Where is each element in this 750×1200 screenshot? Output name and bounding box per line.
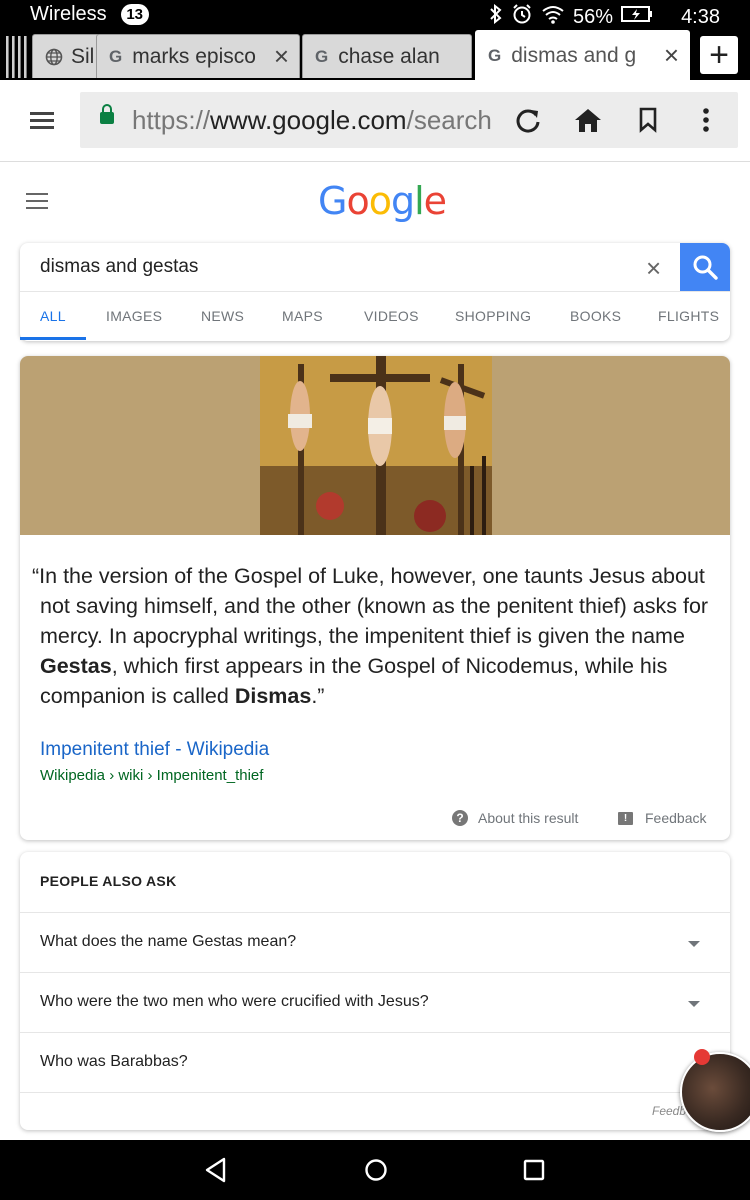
quote-text: “In the version of the Gospel of Luke, h… xyxy=(32,564,709,648)
new-tab-button[interactable]: + xyxy=(700,36,738,74)
google-header: Google xyxy=(0,163,750,238)
search-input[interactable]: dismas and gestas xyxy=(40,256,198,278)
browser-tab-1[interactable]: Sil xyxy=(32,34,100,78)
tab-maps[interactable]: MAPS xyxy=(282,308,323,324)
snippet-quote: “In the version of the Gospel of Luke, h… xyxy=(32,561,712,711)
about-this-result-button[interactable]: ? About this result xyxy=(452,810,578,826)
back-icon[interactable] xyxy=(204,1157,228,1188)
tab-images[interactable]: IMAGES xyxy=(106,308,162,324)
status-bar: Wireless 13 56% 4:38 xyxy=(0,0,750,30)
logo-letter: g xyxy=(390,179,415,223)
home-circle-icon[interactable] xyxy=(364,1157,388,1188)
question-text: Who were the two men who were crucified … xyxy=(40,993,429,1010)
paa-question-3[interactable]: Who was Barabbas? xyxy=(20,1032,730,1092)
close-tab-icon[interactable]: × xyxy=(664,40,679,71)
system-navigation-bar xyxy=(0,1140,750,1200)
address-bar[interactable]: https://www.google.com/search xyxy=(80,92,738,148)
logo-letter: l xyxy=(414,179,425,223)
wifi-icon xyxy=(541,4,565,30)
about-label: About this result xyxy=(478,810,579,826)
notification-count-badge: 13 xyxy=(120,4,149,25)
people-also-ask-title: PEOPLE ALSO ASK xyxy=(40,873,177,889)
battery-percent: 56% xyxy=(573,5,614,28)
tab-news[interactable]: NEWS xyxy=(201,308,244,324)
close-tab-icon[interactable]: × xyxy=(274,41,289,72)
tab-title: dismas and g xyxy=(511,43,637,67)
search-box-card: dismas and gestas × ALL IMAGES NEWS MAPS… xyxy=(20,243,730,341)
chevron-down-icon xyxy=(688,1001,700,1007)
clock: 4:38 xyxy=(681,5,720,28)
url-scheme: https:// xyxy=(132,105,211,135)
paa-feedback-link[interactable]: Feedb xyxy=(652,1104,686,1118)
google-logo[interactable]: Google xyxy=(318,179,447,223)
alarm-icon xyxy=(511,3,533,31)
network-name: Wireless xyxy=(30,3,107,25)
source-link[interactable]: Impenitent thief - Wikipedia xyxy=(40,739,269,761)
bookmark-icon[interactable] xyxy=(630,102,666,138)
browser-tab-strip: Sil G marks episco × G chase alan G dism… xyxy=(0,30,750,80)
logo-letter: o xyxy=(368,179,392,223)
question-text: Who was Barabbas? xyxy=(40,1053,188,1070)
featured-snippet-card: “In the version of the Gospel of Luke, h… xyxy=(20,356,730,840)
google-g-icon: G xyxy=(109,46,123,66)
chevron-down-icon xyxy=(688,941,700,947)
quote-bold-dismas: Dismas xyxy=(234,684,312,708)
globe-icon xyxy=(45,48,63,66)
browser-tab-active[interactable]: G dismas and g × xyxy=(475,30,690,80)
more-options-icon[interactable] xyxy=(688,102,724,138)
logo-letter: o xyxy=(346,179,369,223)
quote-bold-gestas: Gestas xyxy=(40,654,112,678)
lock-icon xyxy=(100,104,114,124)
home-icon[interactable] xyxy=(570,102,606,138)
snippet-image-banner xyxy=(20,356,730,535)
tab-title: Sil xyxy=(71,44,95,68)
reload-icon[interactable] xyxy=(510,102,546,138)
tab-shopping[interactable]: SHOPPING xyxy=(455,308,531,324)
browser-toolbar: https://www.google.com/search xyxy=(0,80,750,162)
people-also-ask-card: PEOPLE ALSO ASK What does the name Gesta… xyxy=(20,852,730,1130)
url-host: www.google.com xyxy=(210,105,407,135)
tab-title: chase alan xyxy=(338,44,440,68)
help-icon: ? xyxy=(452,810,468,826)
browser-tab-2[interactable]: G marks episco × xyxy=(96,34,300,78)
tab-all[interactable]: ALL xyxy=(40,308,66,324)
google-g-icon: G xyxy=(488,45,502,65)
crucifixion-painting-image[interactable] xyxy=(260,356,492,535)
search-button[interactable] xyxy=(680,243,730,291)
battery-charging-icon xyxy=(621,5,653,29)
tab-flights[interactable]: FLIGHTS xyxy=(658,308,719,324)
url-text[interactable]: https://www.google.com/search xyxy=(132,105,502,136)
feedback-button[interactable]: ! Feedback xyxy=(618,810,706,826)
chat-head-notification-dot xyxy=(694,1049,710,1065)
quote-text: .” xyxy=(311,684,325,708)
feedback-label: Feedback xyxy=(645,810,707,826)
quote-text: , which first appears in the Gospel of N… xyxy=(40,654,668,708)
logo-letter: e xyxy=(423,179,447,223)
paa-question-2[interactable]: Who were the two men who were crucified … xyxy=(20,972,730,1032)
tab-videos[interactable]: VIDEOS xyxy=(364,308,419,324)
source-breadcrumb: Wikipedia › wiki › Impenitent_thief xyxy=(40,767,264,784)
browser-tab-3[interactable]: G chase alan xyxy=(302,34,472,78)
bluetooth-icon xyxy=(489,3,503,30)
active-tab-indicator xyxy=(20,337,86,340)
question-text: What does the name Gestas mean? xyxy=(40,933,297,950)
google-g-icon: G xyxy=(315,46,329,66)
chat-head-avatar[interactable] xyxy=(680,1052,750,1132)
browser-menu-icon[interactable] xyxy=(30,112,54,130)
tab-title: marks episco xyxy=(132,44,256,68)
tab-books[interactable]: BOOKS xyxy=(570,308,621,324)
paa-question-1[interactable]: What does the name Gestas mean? xyxy=(20,912,730,972)
google-menu-icon[interactable] xyxy=(26,193,48,209)
clear-search-icon[interactable]: × xyxy=(646,253,661,284)
paa-footer xyxy=(20,1092,730,1130)
logo-letter: G xyxy=(318,179,347,223)
divider xyxy=(20,291,730,292)
feedback-icon: ! xyxy=(618,811,633,825)
search-icon xyxy=(693,255,718,280)
recent-apps-icon[interactable] xyxy=(522,1157,546,1188)
url-path: /search xyxy=(406,105,492,135)
